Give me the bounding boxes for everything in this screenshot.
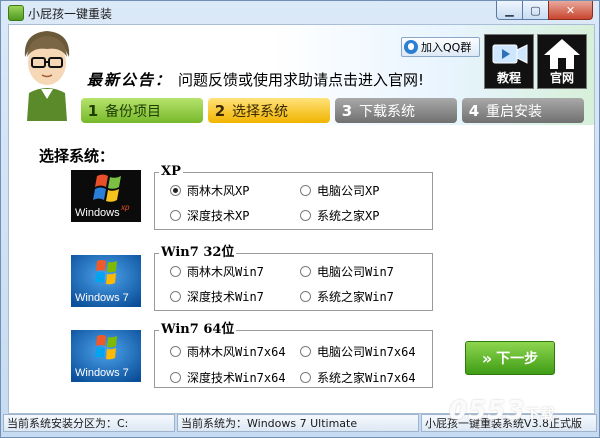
notice-label: 最新公告： bbox=[87, 71, 173, 89]
window-controls: ▁ ▢ ✕ bbox=[496, 1, 593, 20]
step-number: 1 bbox=[87, 101, 99, 120]
radio-xp-xtzj[interactable]: 系统之家XP bbox=[300, 207, 379, 224]
step-label: 选择系统 bbox=[232, 103, 288, 120]
step-reboot-install: 4 重启安装 bbox=[462, 98, 584, 123]
radio-dot bbox=[170, 266, 181, 277]
maximize-button[interactable]: ▢ bbox=[522, 1, 548, 20]
radio-dot bbox=[300, 291, 311, 302]
minimize-icon: ▁ bbox=[505, 3, 514, 17]
step-number: 2 bbox=[214, 101, 226, 120]
step-number: 4 bbox=[468, 101, 480, 120]
radio-dot bbox=[300, 372, 311, 383]
radio-label: 电脑公司Win7x64 bbox=[317, 345, 416, 359]
site-watermark: 0553下载 bbox=[449, 396, 555, 426]
radio-dot bbox=[300, 266, 311, 277]
radio-label: 深度技术Win7 bbox=[187, 290, 264, 304]
video-camera-icon bbox=[492, 44, 528, 64]
step-number: 3 bbox=[341, 101, 353, 120]
win7-logo-text: Windows 7 bbox=[75, 292, 129, 304]
app-icon bbox=[8, 5, 24, 21]
step-label: 重启安装 bbox=[486, 103, 542, 120]
radio-xp-sdjs[interactable]: 深度技术XP bbox=[170, 207, 249, 224]
maximize-icon: ▢ bbox=[530, 3, 541, 17]
xp-logo-text: Windows bbox=[75, 207, 120, 219]
notice-text[interactable]: 问题反馈或使用求助请点击进入官网! bbox=[178, 71, 424, 89]
watermark-text: 0553 bbox=[449, 396, 526, 426]
qq-icon bbox=[404, 40, 418, 54]
windows-7-logo: Windows 7 bbox=[71, 255, 141, 307]
home-icon bbox=[544, 39, 580, 69]
status-partition: 当前系统安装分区为：C: bbox=[3, 414, 175, 432]
radio-label: 系统之家Win7 bbox=[317, 290, 394, 304]
group-win7-64: Win7 64位 雨林木风Win7x64 电脑公司Win7x64 深度技术Win… bbox=[154, 322, 433, 388]
radio-xp-ylmf[interactable]: 雨林木风XP bbox=[170, 182, 249, 199]
windows-7-logo: Windows 7 bbox=[71, 330, 141, 382]
step-label: 备份项目 bbox=[105, 103, 161, 120]
win7-logo-text: Windows 7 bbox=[75, 367, 129, 379]
radio-label: 雨林木风XP bbox=[187, 184, 250, 198]
radio-label: 电脑公司Win7 bbox=[317, 265, 394, 279]
website-label: 官网 bbox=[549, 71, 574, 85]
step-backup: 1 备份项目 bbox=[81, 98, 203, 123]
group-win7-32: Win7 32位 雨林木风Win7 电脑公司Win7 深度技术Win7 系统之家… bbox=[154, 245, 433, 311]
progress-steps: 1 备份项目 2 选择系统 3 下载系统 4 重启安装 bbox=[80, 98, 588, 123]
radio-win7-64-ylmf[interactable]: 雨林木风Win7x64 bbox=[170, 343, 286, 360]
close-button[interactable]: ✕ bbox=[548, 1, 593, 20]
radio-dot bbox=[170, 346, 181, 357]
radio-xp-dngs[interactable]: 电脑公司XP bbox=[300, 182, 379, 199]
next-button-label: 下一步 bbox=[496, 351, 539, 367]
radio-win7-32-xtzj[interactable]: 系统之家Win7 bbox=[300, 288, 394, 305]
radio-win7-32-dngs[interactable]: 电脑公司Win7 bbox=[300, 263, 394, 280]
radio-dot bbox=[300, 185, 311, 196]
radio-win7-32-ylmf[interactable]: 雨林木风Win7 bbox=[170, 263, 264, 280]
step-label: 下载系统 bbox=[359, 103, 415, 120]
tutorial-label: 教程 bbox=[496, 71, 521, 85]
radio-dot bbox=[300, 210, 311, 221]
watermark-suffix: 下载 bbox=[525, 407, 556, 423]
main-panel: 最新公告： 问题反馈或使用求助请点击进入官网! 加入QQ群 教程 官网 1 备份… bbox=[8, 24, 595, 414]
section-title: 选择系统： bbox=[39, 147, 115, 165]
radio-dot bbox=[300, 346, 311, 357]
radio-win7-32-sdjs[interactable]: 深度技术Win7 bbox=[170, 288, 264, 305]
step-download-system: 3 下载系统 bbox=[335, 98, 457, 123]
radio-win7-64-sdjs[interactable]: 深度技术Win7x64 bbox=[170, 369, 286, 386]
step-select-system: 2 选择系统 bbox=[208, 98, 330, 123]
group-win7-64-title: Win7 64位 bbox=[159, 322, 237, 338]
header: 最新公告： 问题反馈或使用求助请点击进入官网! 加入QQ群 教程 官网 1 备份… bbox=[9, 25, 594, 125]
app-window: 小屁孩一键重装 ▁ ▢ ✕ 最新公告： 问题反馈或使用求助请点击进入官网! 加入… bbox=[0, 0, 600, 438]
group-win7-32-title: Win7 32位 bbox=[159, 245, 237, 261]
title-bar[interactable]: 小屁孩一键重装 ▁ ▢ ✕ bbox=[1, 1, 599, 23]
radio-label: 雨林木风Win7 bbox=[187, 265, 264, 279]
minimize-button[interactable]: ▁ bbox=[496, 1, 522, 20]
radio-label: 系统之家XP bbox=[317, 209, 380, 223]
radio-win7-64-dngs[interactable]: 电脑公司Win7x64 bbox=[300, 343, 416, 360]
radio-dot bbox=[170, 372, 181, 383]
mascot-avatar-icon bbox=[24, 31, 70, 121]
next-button[interactable]: » 下一步 bbox=[465, 341, 555, 375]
xp-logo-sup: xp bbox=[120, 203, 130, 212]
group-xp-title: XP bbox=[159, 164, 183, 180]
radio-dot bbox=[170, 185, 181, 196]
radio-label: 电脑公司XP bbox=[317, 184, 380, 198]
join-qq-group-label: 加入QQ群 bbox=[421, 41, 472, 54]
notice-bar: 最新公告： 问题反馈或使用求助请点击进入官网! bbox=[87, 69, 424, 90]
radio-label: 雨林木风Win7x64 bbox=[187, 345, 286, 359]
tutorial-button[interactable]: 教程 bbox=[484, 34, 534, 89]
join-qq-group-button[interactable]: 加入QQ群 bbox=[401, 37, 480, 57]
double-chevron-right-icon: » bbox=[481, 348, 493, 368]
radio-label: 深度技术Win7x64 bbox=[187, 371, 286, 385]
close-icon: ✕ bbox=[565, 3, 576, 17]
official-website-button[interactable]: 官网 bbox=[537, 34, 587, 89]
group-xp: XP 雨林木风XP 电脑公司XP 深度技术XP 系统之家XP bbox=[154, 164, 433, 230]
window-title: 小屁孩一键重装 bbox=[28, 7, 113, 21]
radio-win7-64-xtzj[interactable]: 系统之家Win7x64 bbox=[300, 369, 416, 386]
radio-dot bbox=[170, 210, 181, 221]
radio-label: 深度技术XP bbox=[187, 209, 250, 223]
radio-dot bbox=[170, 291, 181, 302]
radio-label: 系统之家Win7x64 bbox=[317, 371, 416, 385]
windows-xp-logo: Windows xp bbox=[71, 170, 141, 222]
status-current-system: 当前系统为：Windows 7 Ultimate bbox=[177, 414, 419, 432]
